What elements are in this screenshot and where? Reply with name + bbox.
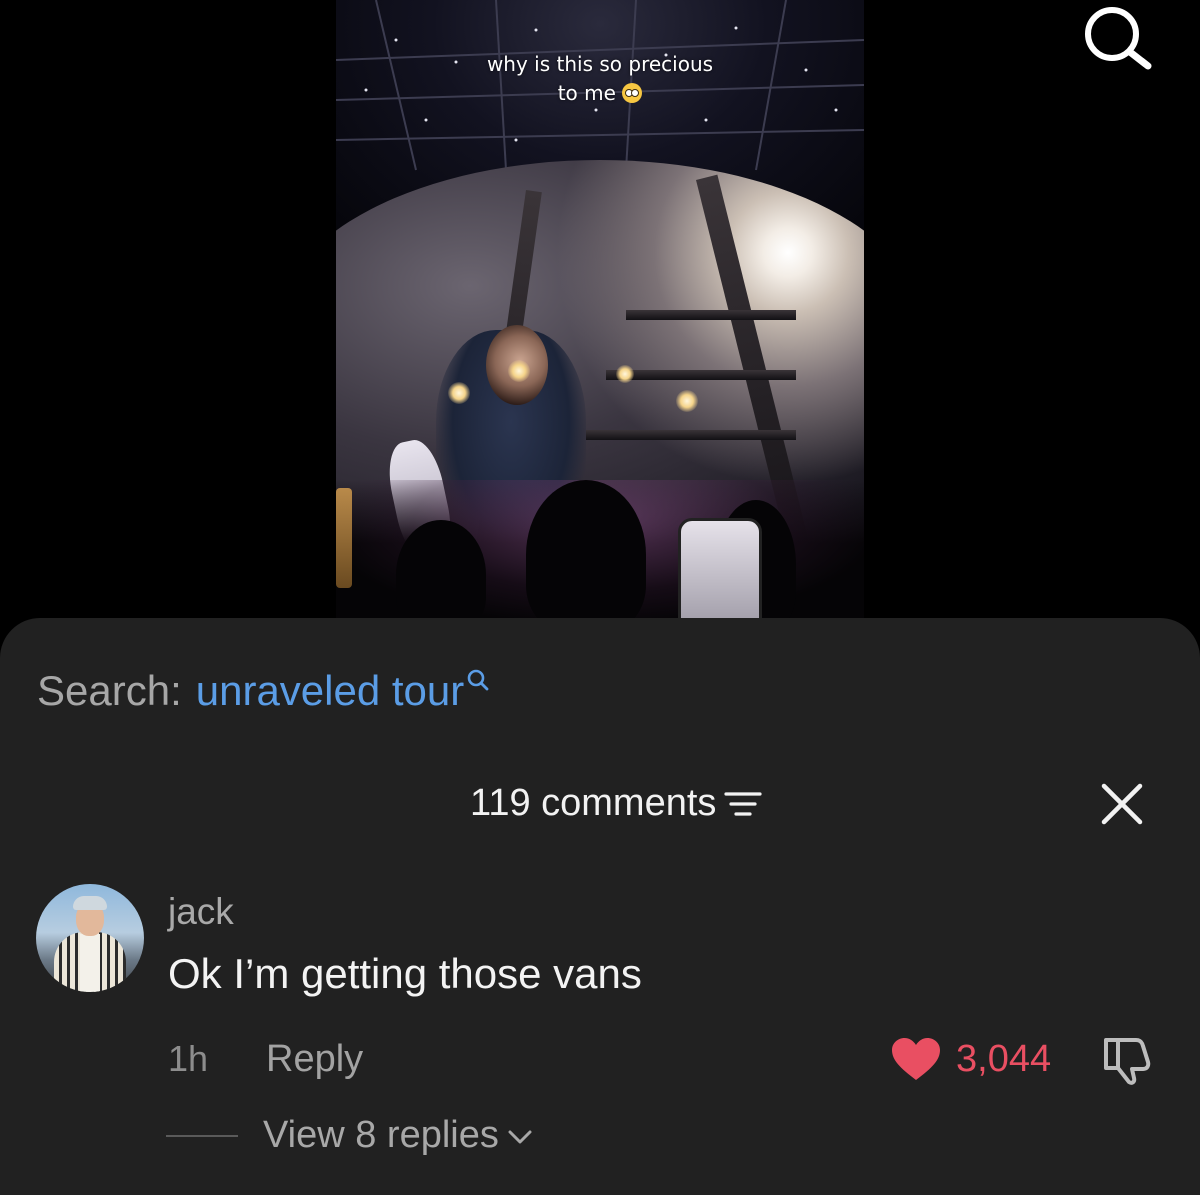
- caption-line-1: why is this so precious: [486, 52, 714, 76]
- video-player[interactable]: why is this so precious to me: [336, 0, 864, 620]
- comments-header: 119 comments: [0, 778, 1200, 828]
- view-replies-label: View 8 replies: [263, 1114, 499, 1156]
- video-caption: why is this so precious to me: [336, 50, 864, 108]
- reply-button[interactable]: Reply: [266, 1034, 363, 1084]
- comments-sort-control[interactable]: 119 comments: [470, 778, 763, 828]
- comment-timestamp: 1h: [168, 1038, 209, 1079]
- search-suggestion-query[interactable]: unraveled tour: [196, 666, 465, 716]
- avatar[interactable]: [36, 884, 144, 992]
- comment-username[interactable]: jack: [168, 890, 234, 934]
- search-icon: [1085, 7, 1152, 70]
- dislike-button[interactable]: [1100, 1034, 1156, 1086]
- search-icon: [467, 669, 489, 691]
- tiktok-video-screen: why is this so precious to me Search: un…: [0, 0, 1200, 1195]
- chevron-down-icon: [508, 1130, 532, 1144]
- phone-silhouette: [678, 518, 762, 620]
- heart-icon: [892, 1038, 940, 1080]
- caption-line-2: to me: [557, 81, 616, 105]
- close-icon: [1101, 783, 1143, 825]
- view-replies-row: View 8 replies: [0, 1110, 1200, 1160]
- replies-divider: [166, 1135, 238, 1137]
- like-count: 3,044: [956, 1038, 1052, 1080]
- search-suggestion-prefix: Search:: [37, 667, 182, 714]
- close-comments-button[interactable]: [1098, 780, 1146, 828]
- search-suggestion[interactable]: Search: unraveled tour: [37, 666, 490, 716]
- search-button[interactable]: [1082, 4, 1154, 70]
- comments-count: 119 comments: [470, 782, 717, 824]
- view-replies-button[interactable]: View 8 replies: [263, 1110, 533, 1160]
- pleading-face-emoji-icon: [622, 83, 643, 103]
- comment-text: Ok I’m getting those vans: [168, 950, 642, 997]
- comments-sheet: Search: unraveled tour 119 comments jack…: [0, 618, 1200, 1195]
- phone-silhouette-left: [336, 488, 352, 588]
- crowd-silhouettes: [336, 480, 864, 620]
- comment-meta: 1h Reply 3,044: [0, 1034, 1200, 1086]
- thumbs-down-icon: [1104, 1038, 1151, 1085]
- like-button[interactable]: 3,044: [890, 1034, 1051, 1084]
- sort-filter-icon: [724, 792, 763, 816]
